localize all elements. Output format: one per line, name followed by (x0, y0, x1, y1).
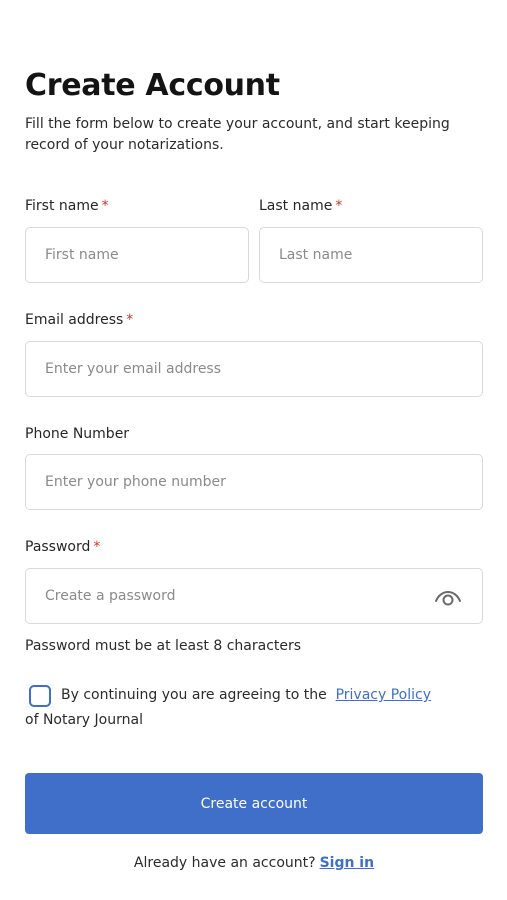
page-subtitle: Fill the form below to create your accou… (25, 116, 450, 153)
required-marker: * (101, 198, 109, 214)
required-marker: * (335, 198, 343, 214)
consent-text-after: of Notary Journal (25, 712, 143, 728)
password-input[interactable] (45, 569, 461, 623)
first-name-label-text: First name (25, 198, 99, 214)
email-label: Email address * (25, 312, 133, 328)
phone-label: Phone Number (25, 426, 130, 442)
signin-prompt: Already have an account? Sign in (25, 855, 483, 871)
email-label-text: Email address (25, 312, 124, 328)
last-name-label: Last name * (259, 198, 342, 214)
email-field[interactable] (25, 341, 483, 397)
privacy-policy-link[interactable]: Privacy Policy (336, 687, 431, 703)
required-marker: * (93, 539, 101, 555)
phone-input[interactable] (45, 455, 461, 509)
password-field[interactable] (25, 568, 483, 624)
create-account-button[interactable]: Create account (25, 773, 483, 834)
phone-field[interactable] (25, 454, 483, 510)
last-name-field[interactable] (259, 227, 483, 283)
password-hint: Password must be at least 8 characters (25, 638, 302, 654)
required-marker: * (126, 312, 134, 328)
page-title: Create Account (25, 68, 280, 103)
privacy-checkbox[interactable] (29, 685, 51, 707)
first-name-field[interactable] (25, 227, 249, 283)
email-input[interactable] (45, 342, 461, 396)
signin-prompt-text: Already have an account? (133, 855, 316, 871)
last-name-label-text: Last name (259, 198, 333, 214)
password-label: Password * (25, 539, 100, 555)
password-label-text: Password (25, 539, 91, 555)
consent-text-before: By continuing you are agreeing to the (61, 687, 327, 703)
first-name-input[interactable] (45, 228, 227, 282)
first-name-label: First name * (25, 198, 109, 214)
consent-text: By continuing you are agreeing to the Pr… (61, 687, 431, 703)
eye-icon[interactable] (434, 586, 462, 608)
last-name-input[interactable] (279, 228, 461, 282)
sign-in-link[interactable]: Sign in (320, 855, 375, 871)
